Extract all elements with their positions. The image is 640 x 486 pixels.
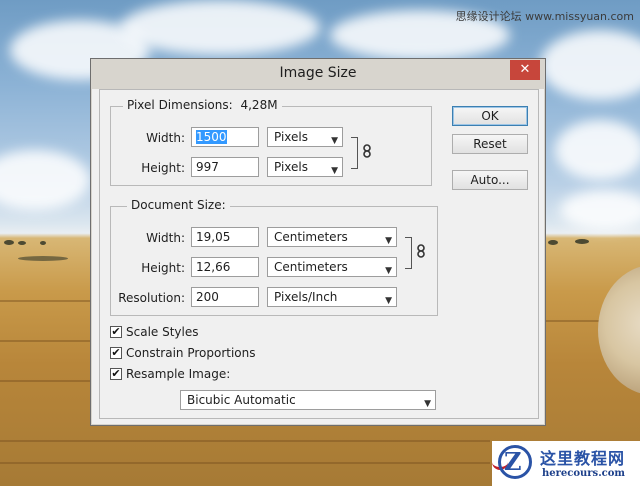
doc-height-label: Height: bbox=[141, 261, 185, 275]
resolution-unit-select[interactable]: Pixels/Inch ▼ bbox=[267, 287, 397, 307]
resolution-label: Resolution: bbox=[118, 291, 185, 305]
doc-width-value: 19,05 bbox=[196, 230, 231, 244]
pixel-height-unit: Pixels bbox=[274, 160, 309, 174]
scale-styles-label[interactable]: Scale Styles bbox=[126, 325, 199, 339]
chevron-down-icon: ▼ bbox=[331, 166, 338, 176]
chain-link-icon bbox=[417, 244, 425, 258]
resample-image-label[interactable]: Resample Image: bbox=[126, 367, 230, 381]
resample-method-value: Bicubic Automatic bbox=[187, 393, 296, 407]
pixel-dimensions-size: 4,28M bbox=[240, 98, 278, 112]
resolution-input[interactable]: 200 bbox=[191, 287, 259, 307]
chevron-down-icon: ▼ bbox=[424, 399, 431, 409]
resample-image-checkbox[interactable]: ✔ bbox=[110, 368, 122, 380]
auto-button[interactable]: Auto... bbox=[452, 170, 528, 190]
doc-width-unit-select[interactable]: Centimeters ▼ bbox=[267, 227, 397, 247]
pixel-height-label: Height: bbox=[141, 161, 185, 175]
doc-height-value: 12,66 bbox=[196, 260, 231, 274]
check-icon: ✔ bbox=[111, 346, 121, 359]
doc-width-label: Width: bbox=[146, 231, 185, 245]
pixel-dimensions-legend: Pixel Dimensions: 4,28M bbox=[123, 98, 282, 112]
pixel-width-label: Width: bbox=[146, 131, 185, 145]
pixel-dimensions-label: Pixel Dimensions: bbox=[127, 98, 233, 112]
logo-chinese-text: 这里教程网 bbox=[540, 449, 626, 468]
doc-width-input[interactable]: 19,05 bbox=[191, 227, 259, 247]
dialog-content: Pixel Dimensions: 4,28M Width: 1500 Pixe… bbox=[99, 89, 539, 419]
logo-english-text: herecours.com bbox=[542, 468, 626, 479]
resample-method-select[interactable]: Bicubic Automatic ▼ bbox=[180, 390, 436, 410]
constrain-proportions-checkbox[interactable]: ✔ bbox=[110, 347, 122, 359]
doc-height-unit-select[interactable]: Centimeters ▼ bbox=[267, 257, 397, 277]
dialog-title: Image Size bbox=[279, 65, 357, 81]
resolution-unit: Pixels/Inch bbox=[274, 290, 338, 304]
close-button[interactable]: ✕ bbox=[510, 60, 540, 80]
pixel-width-unit: Pixels bbox=[274, 130, 309, 144]
constrain-proportions-label[interactable]: Constrain Proportions bbox=[126, 346, 256, 360]
doc-link-bracket bbox=[405, 237, 412, 269]
chevron-down-icon: ▼ bbox=[331, 136, 338, 146]
doc-width-unit: Centimeters bbox=[274, 230, 348, 244]
pixel-height-value: 997 bbox=[196, 160, 219, 174]
dialog-titlebar[interactable]: Image Size ✕ bbox=[91, 59, 545, 89]
pixel-width-input[interactable]: 1500 bbox=[191, 127, 259, 147]
ok-button[interactable]: OK bbox=[452, 106, 528, 126]
resolution-value: 200 bbox=[196, 290, 219, 304]
chain-link-icon bbox=[363, 144, 371, 158]
document-size-group: Document Size: Width: 19,05 Centimeters … bbox=[110, 198, 438, 316]
image-size-dialog: Image Size ✕ Pixel Dimensions: 4,28M Wid… bbox=[90, 58, 546, 426]
pixel-height-unit-select[interactable]: Pixels ▼ bbox=[267, 157, 343, 177]
pixel-width-value: 1500 bbox=[196, 130, 227, 144]
close-icon: ✕ bbox=[519, 62, 531, 77]
pixel-link-bracket bbox=[351, 137, 358, 169]
chevron-down-icon: ▼ bbox=[385, 266, 392, 276]
pixel-width-unit-select[interactable]: Pixels ▼ bbox=[267, 127, 343, 147]
doc-height-unit: Centimeters bbox=[274, 260, 348, 274]
chevron-down-icon: ▼ bbox=[385, 296, 392, 306]
reset-button[interactable]: Reset bbox=[452, 134, 528, 154]
chevron-down-icon: ▼ bbox=[385, 236, 392, 246]
logo-letter: Z bbox=[504, 447, 522, 476]
check-icon: ✔ bbox=[111, 325, 121, 338]
pixel-height-input[interactable]: 997 bbox=[191, 157, 259, 177]
document-size-legend: Document Size: bbox=[127, 198, 230, 212]
doc-height-input[interactable]: 12,66 bbox=[191, 257, 259, 277]
watermark-text: 思缘设计论坛 www.missyuan.com bbox=[455, 10, 634, 23]
check-icon: ✔ bbox=[111, 367, 121, 380]
pixel-dimensions-group: Pixel Dimensions: 4,28M Width: 1500 Pixe… bbox=[110, 98, 432, 186]
site-logo: Z 这里教程网 herecours.com bbox=[492, 441, 640, 486]
scale-styles-checkbox[interactable]: ✔ bbox=[110, 326, 122, 338]
hay-bale bbox=[598, 265, 640, 395]
